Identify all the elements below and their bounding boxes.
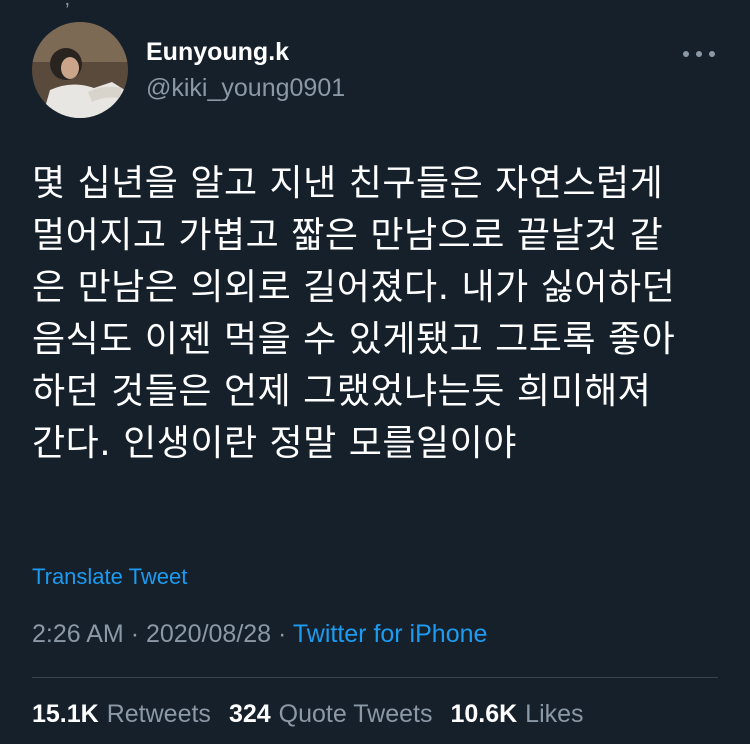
- quote-tweets-count: 324: [228, 700, 271, 728]
- translate-tweet-link[interactable]: Translate Tweet: [32, 564, 187, 590]
- retweets-stat[interactable]: 15.1K Retweets: [32, 700, 211, 729]
- more-horizontal-icon[interactable]: [683, 44, 715, 64]
- quote-tweets-stat[interactable]: 324 Quote Tweets: [229, 700, 433, 729]
- previous-tweet-fragment: ʼ, ʼʼ: [60, 0, 84, 11]
- user-handle[interactable]: @kiki_young0901: [146, 74, 345, 103]
- likes-count: 10.6K: [450, 700, 518, 728]
- meta-separator: ·: [278, 620, 287, 648]
- likes-label: Likes: [525, 700, 584, 728]
- likes-stat[interactable]: 10.6K Likes: [450, 700, 583, 729]
- avatar[interactable]: [32, 22, 128, 118]
- tweet-time[interactable]: 2:26 AM: [32, 620, 124, 648]
- meta-separator: ·: [130, 620, 140, 648]
- divider: [32, 677, 718, 678]
- retweets-label: Retweets: [106, 700, 211, 728]
- retweets-count: 15.1K: [32, 700, 99, 728]
- tweet-date[interactable]: 2020/08/28: [146, 620, 271, 648]
- tweet-text: 몇 십년을 알고 지낸 친구들은 자연스럽게 멀어지고 가볍고 짧은 만남으로 …: [32, 163, 676, 464]
- quote-tweets-label: Quote Tweets: [278, 700, 433, 728]
- tweet-source-link[interactable]: Twitter for iPhone: [293, 620, 488, 648]
- display-name[interactable]: Eunyoung.k: [146, 38, 289, 67]
- avatar-photo: [32, 22, 128, 118]
- engagement-stats: 15.1K Retweets 324 Quote Tweets 10.6K Likes: [32, 700, 602, 729]
- tweet-metadata: 2:26 AM · 2020/08/28 · Twitter for iPhon…: [32, 620, 487, 649]
